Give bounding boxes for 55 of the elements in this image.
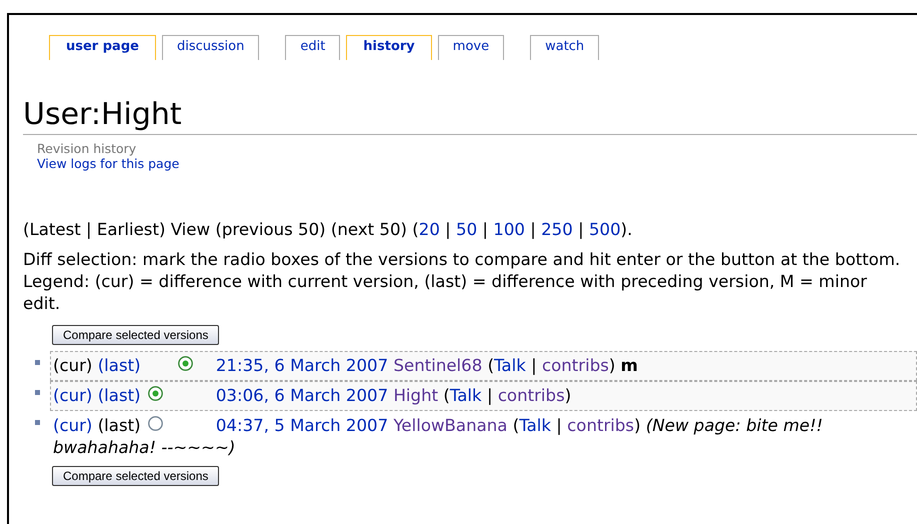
text: ) [634, 416, 641, 435]
text: (last) [98, 416, 141, 435]
page-subtitle: Revision history [37, 141, 138, 156]
page-size-link[interactable]: 20 [418, 220, 440, 239]
tab[interactable]: history [346, 35, 432, 60]
link[interactable]: Talk [494, 356, 526, 375]
compare-button[interactable]: Compare selected versions [52, 325, 220, 345]
bullet-icon [35, 390, 40, 395]
compare-button[interactable]: Compare selected versions [52, 466, 220, 486]
radio-button[interactable] [148, 416, 164, 431]
page-size-link[interactable]: 500 [588, 220, 621, 239]
tab[interactable]: user page [49, 35, 156, 60]
bullet-icon [35, 360, 40, 365]
instructions-text: Diff selection: mark the radio boxes of the versions to compare and hit enter or the button at the bottom. [23, 249, 902, 271]
link[interactable]: Talk [450, 386, 482, 405]
bullet-icon [35, 420, 40, 425]
logs-link[interactable]: View logs for this page [37, 156, 917, 171]
tab[interactable]: edit [285, 35, 340, 60]
link[interactable]: 03:06, 6 March 2007 [216, 386, 388, 405]
edit-summary: (New page: bite me!! [646, 416, 823, 435]
link[interactable]: YellowBanana [393, 416, 508, 435]
text: ( [488, 356, 494, 375]
page-size-link[interactable]: 250 [541, 220, 573, 239]
text: ) [608, 356, 616, 375]
text: ) [564, 386, 572, 405]
radio-button[interactable] [148, 386, 164, 401]
link[interactable]: (last) [98, 386, 141, 405]
link[interactable]: (last) [98, 356, 141, 375]
link[interactable]: contribs [567, 416, 634, 435]
page-size-link[interactable]: 50 [456, 220, 478, 239]
tab[interactable]: move [438, 35, 504, 60]
minor-edit-mark: m [620, 356, 638, 375]
link[interactable]: (cur) [53, 386, 92, 405]
link[interactable]: contribs [498, 386, 565, 405]
link[interactable]: Talk [519, 416, 552, 435]
page-size-link[interactable]: 100 [493, 220, 525, 239]
link[interactable]: 21:35, 6 March 2007 [216, 356, 388, 375]
text: | [556, 416, 562, 435]
text: | [531, 356, 537, 375]
text: ( [512, 416, 520, 435]
tab[interactable]: discussion [162, 35, 260, 60]
link[interactable]: Sentinel68 [393, 356, 482, 375]
radio-button[interactable] [178, 356, 194, 370]
link[interactable]: contribs [542, 356, 609, 375]
tab[interactable]: watch [530, 35, 600, 60]
legend-text: Legend: (cur) = difference with current version, (last) = difference with preceding version, M = minor edit. [23, 271, 868, 315]
link[interactable]: (cur) [53, 416, 92, 435]
text: (cur) [53, 356, 92, 375]
link[interactable]: Hight [393, 386, 438, 405]
text: | [486, 386, 493, 405]
text: ( [443, 386, 450, 405]
page-title: User:Hight [23, 98, 917, 135]
edit-summary: bwahahaha! --~~~~) [53, 438, 236, 457]
link[interactable]: 04:37, 5 March 2007 [216, 416, 388, 435]
navigation-text: (Latest | Earliest) View (previous 50) (next 50) (20 | 50 | 100 | 250 | 500). [23, 219, 634, 241]
